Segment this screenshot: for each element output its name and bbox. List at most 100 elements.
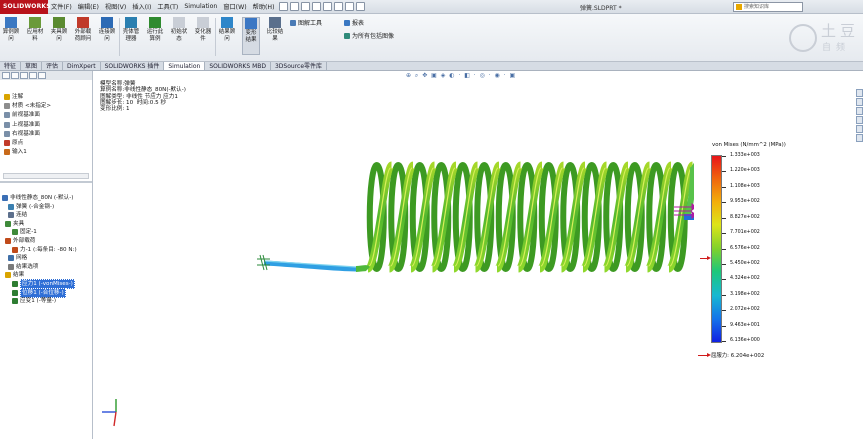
tree-item-label: 弹簧 (-合金钢-) xyxy=(16,203,55,210)
task-pane-tabs[interactable] xyxy=(856,89,863,169)
custom-properties-tab-icon[interactable] xyxy=(856,134,863,142)
tree-item[interactable]: 上视基准面 xyxy=(0,121,40,129)
config-tab-icon[interactable] xyxy=(20,72,28,79)
fixtures-icon xyxy=(53,17,65,28)
tree-item[interactable]: 力-1 (:每条目: -80 N:) xyxy=(0,246,77,254)
dimxpert-tab-icon[interactable] xyxy=(29,72,37,79)
change-component-button[interactable]: 变化器件 xyxy=(194,17,212,43)
tree-item-label: 夹具 xyxy=(13,220,25,227)
legend-tick xyxy=(722,156,726,157)
tree-node-icon xyxy=(4,112,10,119)
tree-item[interactable]: 弹簧 (-合金钢-) xyxy=(0,203,54,211)
fixtures-advisor-button[interactable]: 夹具顾问 xyxy=(50,17,68,43)
tab-addins[interactable]: SOLIDWORKS 插件 xyxy=(101,62,165,70)
shell-manager-button[interactable]: 壳体管理器 xyxy=(122,17,140,43)
tree-item[interactable]: 夹具 xyxy=(0,220,24,228)
options-icon[interactable] xyxy=(355,2,365,11)
tab-simulation[interactable]: Simulation xyxy=(164,62,206,70)
tab-sketch[interactable]: 草图 xyxy=(21,62,43,70)
tree-item[interactable]: 网格 xyxy=(0,254,27,262)
tree-item[interactable]: 结果选项 xyxy=(0,263,38,271)
deformed-result-icon xyxy=(245,18,257,29)
tree-item[interactable]: 注解 xyxy=(0,93,23,101)
tree-node-icon xyxy=(5,220,11,227)
legend-tick xyxy=(722,233,726,235)
legend-tick xyxy=(722,341,726,342)
tab-3dsource[interactable]: 3DSource零件库 xyxy=(271,62,328,70)
include-image-label: 为所有包括图像 xyxy=(352,33,395,40)
tree-horizontal-scrollbar[interactable] xyxy=(3,173,89,179)
legend-value: 4.324e+002 xyxy=(730,276,760,282)
rebuild-icon[interactable] xyxy=(344,2,354,11)
menu-file[interactable]: 文件(F) xyxy=(48,2,75,11)
tree-item[interactable]: 前视基准面 xyxy=(0,111,40,119)
solidworks-logo: SOLIDWORKS xyxy=(0,0,51,14)
resources-tab-icon[interactable] xyxy=(856,89,863,97)
tree-item[interactable]: 固定-1 xyxy=(0,228,37,236)
study-advisor-label: 算例顾问 xyxy=(2,29,20,42)
deformed-result-button[interactable]: 变形结果 xyxy=(242,17,260,55)
tab-features[interactable]: 特征 xyxy=(0,62,22,70)
save-icon[interactable] xyxy=(300,2,310,11)
menu-edit[interactable]: 编辑(E) xyxy=(75,2,102,11)
tree-item[interactable]: 应变1 (-等量-) xyxy=(0,297,56,305)
tab-mbd[interactable]: SOLIDWORKS MBD xyxy=(205,62,271,70)
ribbon-separator xyxy=(215,18,216,56)
tree-item[interactable]: 连结 xyxy=(0,211,27,219)
legend-tick xyxy=(722,263,726,265)
tree-item-label: 前视基准面 xyxy=(12,112,40,119)
tree-item[interactable]: 输入1 xyxy=(0,148,27,156)
spring-model[interactable] xyxy=(94,71,694,439)
legend-value: 3.198e+002 xyxy=(730,291,760,297)
legend-value: 7.701e+002 xyxy=(730,230,760,236)
menu-view[interactable]: 视图(V) xyxy=(102,2,129,11)
tree-item-label: 应变1 (-等量-) xyxy=(20,298,57,305)
feature-tree-tab-icon[interactable] xyxy=(2,72,10,79)
design-library-tab-icon[interactable] xyxy=(856,98,863,106)
menu-insert[interactable]: 插入(I) xyxy=(129,2,154,11)
run-study-label: 运行此算例 xyxy=(146,29,164,42)
report-button[interactable]: 报表 xyxy=(344,18,364,27)
compare-results-label: 比较结果 xyxy=(266,29,284,42)
tab-evaluate[interactable]: 评估 xyxy=(42,62,64,70)
menu-window[interactable]: 窗口(W) xyxy=(220,2,249,11)
external-loads-button[interactable]: 外部载荷顾问 xyxy=(74,17,92,43)
menu-simulation[interactable]: Simulation xyxy=(181,3,220,10)
menu-help[interactable]: 帮助(H) xyxy=(250,2,278,11)
run-study-icon xyxy=(149,17,161,28)
appearances-tab-icon[interactable] xyxy=(856,125,863,133)
tree-item[interactable]: 材质 <未指定> xyxy=(0,102,51,110)
display-tab-icon[interactable] xyxy=(38,72,46,79)
apply-material-button[interactable]: 应用材料 xyxy=(26,17,44,43)
solidworks-window: SOLIDWORKS 文件(F) 编辑(E) 视图(V) 插入(I) 工具(T)… xyxy=(0,0,863,439)
include-image-button[interactable]: 为所有包括图像 xyxy=(344,31,394,40)
open-icon[interactable] xyxy=(289,2,299,11)
graphics-area[interactable]: ⊕ ⌕ ✥ ▣ ◈ ◐ · ◧ · ◎ · ◉ · ▣ 模型名称:弹簧 算例名称:… xyxy=(94,71,863,439)
legend-tick xyxy=(722,171,726,173)
new-document-icon[interactable] xyxy=(278,2,288,11)
tree-item[interactable]: 右视基准面 xyxy=(0,130,40,138)
legend-value: 6.576e+002 xyxy=(730,245,760,251)
select-icon[interactable] xyxy=(333,2,343,11)
panel-splitter[interactable] xyxy=(0,181,92,183)
compare-results-button[interactable]: 比较结果 xyxy=(266,17,284,43)
view-palette-tab-icon[interactable] xyxy=(856,116,863,124)
tree-item[interactable]: 非线性静态_80N (-默认-) xyxy=(0,194,73,202)
menu-tools[interactable]: 工具(T) xyxy=(154,2,181,11)
plot-tools-button[interactable]: 图解工具 xyxy=(290,18,322,27)
study-advisor-button[interactable]: 算例顾问 xyxy=(2,17,20,43)
property-tab-icon[interactable] xyxy=(11,72,19,79)
run-study-button[interactable]: 运行此算例 xyxy=(146,17,164,43)
tree-item[interactable]: 原点 xyxy=(0,139,23,147)
connections-advisor-button[interactable]: 连接顾问 xyxy=(98,17,116,43)
search-input[interactable]: 搜索知识库 xyxy=(733,2,803,12)
plot-tools-label: 图解工具 xyxy=(298,20,323,27)
print-icon[interactable] xyxy=(311,2,321,11)
tree-item[interactable]: 位移1 (-合位移-) xyxy=(0,287,66,298)
results-advisor-button[interactable]: 结果顾问 xyxy=(218,17,236,43)
tab-dimxpert[interactable]: DimXpert xyxy=(63,62,101,70)
initial-state-button[interactable]: 初始状态 xyxy=(170,17,188,43)
undo-icon[interactable] xyxy=(322,2,332,11)
file-explorer-tab-icon[interactable] xyxy=(856,107,863,115)
tree-item[interactable]: 外部载荷 xyxy=(0,237,35,245)
